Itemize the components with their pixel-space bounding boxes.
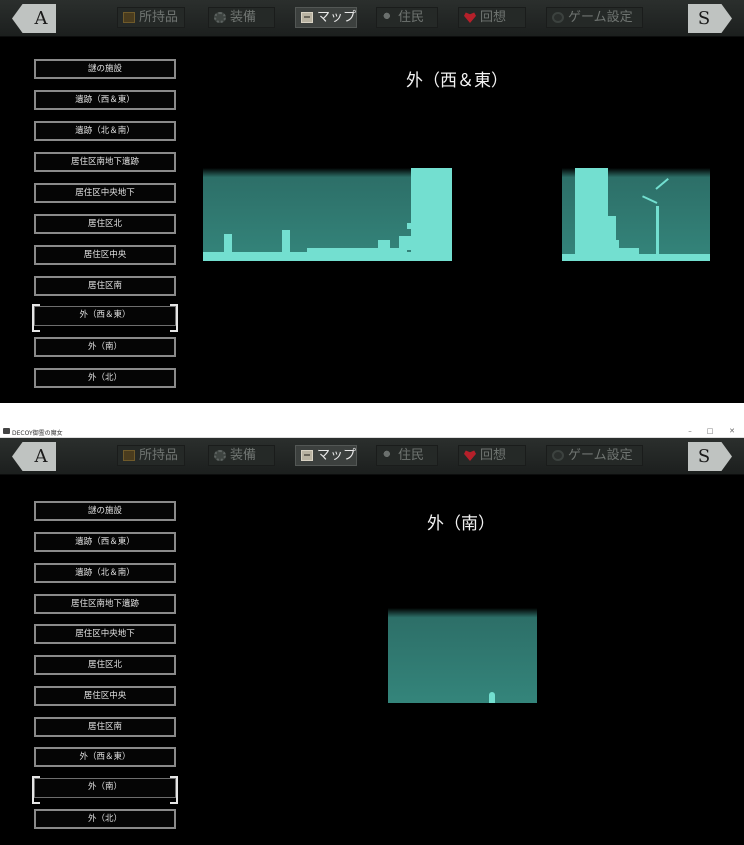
tab-recollection-label: 回想 — [480, 10, 507, 25]
map-screen-panel-1: A 所持品 装備 マップ 住民 回想 ゲーム設定 S 謎の施設 遺跡（西＆東） … — [0, 0, 744, 403]
tab-settings[interactable]: ゲーム設定 — [546, 445, 643, 466]
map-section-east[interactable] — [562, 168, 710, 261]
tab-recollection-label: 回想 — [480, 448, 507, 463]
area-button-0[interactable]: 謎の施設 — [34, 501, 176, 521]
person-icon — [382, 450, 394, 461]
area-button-4[interactable]: 居住区中央地下 — [34, 183, 176, 203]
top-menu-bar: A 所持品 装備 マップ 住民 回想 ゲーム設定 S — [0, 438, 744, 475]
tab-map-label: マップ — [317, 10, 357, 25]
map-icon — [301, 12, 313, 23]
tab-equipment-label: 装備 — [230, 10, 257, 25]
cog-icon — [552, 12, 564, 23]
next-tab-button[interactable]: S — [688, 442, 732, 471]
area-button-2[interactable]: 遺跡（北＆南） — [34, 563, 176, 583]
area-button-5[interactable]: 居住区北 — [34, 214, 176, 234]
area-button-6[interactable]: 居住区中央 — [34, 686, 176, 706]
tab-inventory-label: 所持品 — [139, 448, 179, 463]
tab-residents-label: 住民 — [398, 448, 425, 463]
map-screen-panel-2: A 所持品 装備 マップ 住民 回想 ゲーム設定 S 謎の施設 遺跡（西＆東） … — [0, 438, 744, 845]
area-button-10[interactable]: 外（北） — [34, 809, 176, 829]
area-button-4[interactable]: 居住区中央地下 — [34, 624, 176, 644]
area-button-0[interactable]: 謎の施設 — [34, 59, 176, 79]
area-button-3[interactable]: 居住区南地下遺跡 — [34, 152, 176, 172]
tab-settings-label: ゲーム設定 — [568, 448, 633, 463]
tab-residents[interactable]: 住民 — [376, 7, 438, 28]
cog-icon — [552, 450, 564, 461]
area-button-6[interactable]: 居住区中央 — [34, 245, 176, 265]
tab-inventory[interactable]: 所持品 — [117, 445, 185, 466]
map-section-west[interactable] — [203, 168, 452, 261]
map-area-title: 外（南） — [427, 514, 495, 534]
tab-equipment-label: 装備 — [230, 448, 257, 463]
tab-equipment[interactable]: 装備 — [208, 445, 275, 466]
prev-tab-button[interactable]: A — [12, 4, 56, 33]
area-button-9[interactable]: 外（南） — [34, 337, 176, 357]
tab-inventory-label: 所持品 — [139, 10, 179, 25]
tab-map-label: マップ — [317, 448, 357, 463]
tab-inventory[interactable]: 所持品 — [117, 7, 185, 28]
area-button-3[interactable]: 居住区南地下遺跡 — [34, 594, 176, 614]
area-button-1[interactable]: 遺跡（西＆東） — [34, 90, 176, 110]
tab-settings-label: ゲーム設定 — [568, 10, 633, 25]
app-icon — [3, 428, 10, 434]
next-tab-button[interactable]: S — [688, 4, 732, 33]
bag-icon — [123, 450, 135, 461]
area-button-8[interactable]: 外（西＆東） — [34, 747, 176, 767]
area-button-10[interactable]: 外（北） — [34, 368, 176, 388]
map-section-south[interactable] — [388, 608, 537, 703]
minimize-button[interactable]: – — [680, 426, 700, 437]
tab-recollection[interactable]: 回想 — [458, 7, 526, 28]
bag-icon — [123, 12, 135, 23]
heart-icon — [464, 450, 476, 461]
gear-icon — [214, 12, 226, 23]
area-button-5[interactable]: 居住区北 — [34, 655, 176, 675]
heart-icon — [464, 12, 476, 23]
tab-map[interactable]: マップ — [295, 445, 357, 466]
area-button-8[interactable]: 外（西＆東） — [32, 304, 178, 332]
area-button-2[interactable]: 遺跡（北＆南） — [34, 121, 176, 141]
tab-residents-label: 住民 — [398, 10, 425, 25]
top-menu-bar: A 所持品 装備 マップ 住民 回想 ゲーム設定 S — [0, 0, 744, 37]
gear-icon — [214, 450, 226, 461]
tab-residents[interactable]: 住民 — [376, 445, 438, 466]
tab-settings[interactable]: ゲーム設定 — [546, 7, 643, 28]
map-area-title: 外（西＆東） — [406, 71, 508, 91]
screenshot-separator — [0, 403, 744, 425]
tab-recollection[interactable]: 回想 — [458, 445, 526, 466]
window-titlebar: DECOY御霊の魔女 – □ ✕ — [0, 425, 744, 438]
prev-tab-button[interactable]: A — [12, 442, 56, 471]
tab-equipment[interactable]: 装備 — [208, 7, 275, 28]
close-window-button[interactable]: ✕ — [722, 426, 742, 437]
person-icon — [382, 12, 394, 23]
map-icon — [301, 450, 313, 461]
area-button-7[interactable]: 居住区南 — [34, 276, 176, 296]
area-button-7[interactable]: 居住区南 — [34, 717, 176, 737]
area-button-9[interactable]: 外（南） — [32, 776, 178, 804]
area-button-1[interactable]: 遺跡（西＆東） — [34, 532, 176, 552]
tab-map[interactable]: マップ — [295, 7, 357, 28]
window-title: DECOY御霊の魔女 — [12, 430, 63, 437]
maximize-button[interactable]: □ — [700, 426, 720, 437]
